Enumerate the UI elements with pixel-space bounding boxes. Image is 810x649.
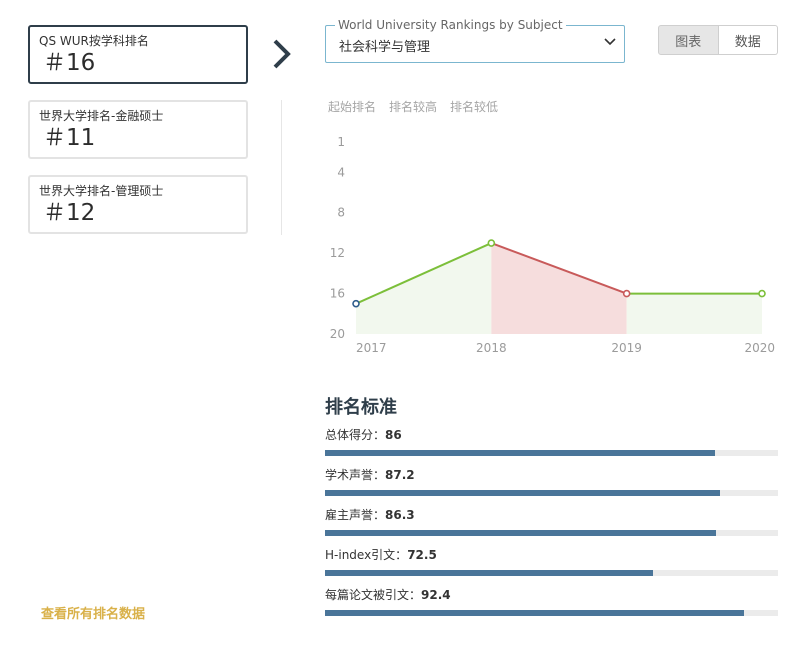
chevron-down-icon	[604, 38, 616, 46]
chart-x-tick-label: 2019	[611, 341, 642, 355]
chart-y-tick-label: 1	[337, 135, 345, 149]
tab-data[interactable]: 数据	[718, 25, 778, 55]
chart-area-segment	[491, 243, 627, 334]
chevron-right-icon	[273, 39, 291, 69]
criterion-row: 雇主声誉：86.3	[325, 507, 778, 536]
criterion-label: 学术声誉：87.2	[325, 467, 778, 483]
criterion-bar-track	[325, 450, 778, 456]
rank-card-label: 世界大学排名-金融硕士	[39, 109, 164, 123]
rank-card-label: QS WUR按学科排名	[39, 34, 149, 48]
rank-card-value: ＃16	[43, 50, 96, 76]
rank-card-value: ＃12	[43, 200, 96, 226]
criterion-name: 每篇论文被引文：	[325, 588, 422, 602]
chart-point	[352, 299, 360, 308]
subject-select-value: 社会科学与管理	[339, 40, 431, 55]
criteria-title: 排名标准	[325, 397, 397, 418]
criterion-score: 86.3	[385, 508, 415, 522]
criterion-name: 雇主声誉：	[325, 508, 386, 522]
rank-card-label: 世界大学排名-管理硕士	[39, 184, 164, 198]
criterion-label: 总体得分：86	[325, 427, 778, 443]
subject-select[interactable]: World University Rankings by Subject 社会科…	[325, 17, 625, 63]
criterion-row: 每篇论文被引文：92.4	[325, 587, 778, 616]
criterion-label: 雇主声誉：86.3	[325, 507, 778, 523]
chart-x-tick-label: 2020	[744, 341, 775, 355]
criterion-bar-fill	[325, 570, 654, 576]
criterion-name: H-index引文：	[325, 548, 408, 562]
subject-select-legend: World University Rankings by Subject	[335, 17, 566, 33]
criterion-score: 86	[385, 428, 402, 442]
tab-chart[interactable]: 图表	[658, 25, 719, 55]
criterion-label: H-index引文：72.5	[325, 547, 778, 563]
legend-lower[interactable]: 排名较低	[450, 98, 498, 115]
criterion-bar-fill	[325, 530, 716, 536]
criterion-bar-track	[325, 490, 778, 496]
chart-y-tick-label: 16	[330, 287, 345, 301]
criterion-score: 92.4	[421, 588, 451, 602]
view-toggle: 图表 数据	[658, 25, 778, 55]
criterion-bar-fill	[325, 610, 744, 616]
criterion-row: 总体得分：86	[325, 427, 778, 456]
rank-card-qs-subject[interactable]: QS WUR按学科排名 ＃16	[28, 25, 248, 84]
legend-start[interactable]: 起始排名	[328, 98, 376, 115]
chart-x-tick-label: 2017	[356, 341, 387, 355]
chart-y-tick-label: 8	[337, 206, 345, 220]
criterion-bar-fill	[325, 490, 721, 496]
criterion-row: 学术声誉：87.2	[325, 467, 778, 496]
criterion-bar-track	[325, 610, 778, 616]
chart-y-tick-label: 12	[330, 246, 345, 260]
chart-y-tick-label: 4	[337, 165, 345, 179]
criterion-score: 72.5	[407, 548, 437, 562]
chart-y-tick-label: 20	[330, 327, 345, 341]
ranking-chart: 1 4 8 12 16 20 2017 2018 2019 2020	[330, 135, 775, 355]
criterion-name: 总体得分：	[325, 428, 386, 442]
criterion-bar-track	[325, 530, 778, 536]
legend-higher[interactable]: 排名较高	[389, 98, 437, 115]
criterion-label: 每篇论文被引文：92.4	[325, 587, 778, 603]
divider	[281, 100, 282, 235]
rank-card-value: ＃11	[43, 125, 96, 151]
view-all-rankings-link[interactable]: 查看所有排名数据	[41, 603, 145, 622]
criterion-score: 87.2	[385, 468, 415, 482]
chart-point	[487, 239, 496, 247]
chart-point	[622, 289, 631, 298]
criterion-bar-fill	[325, 450, 715, 456]
rank-card-management-master[interactable]: 世界大学排名-管理硕士 ＃12	[28, 175, 248, 234]
rank-card-finance-master[interactable]: 世界大学排名-金融硕士 ＃11	[28, 100, 248, 159]
criterion-bar-track	[325, 570, 778, 576]
criterion-row: H-index引文：72.5	[325, 547, 778, 576]
chart-area-segment	[356, 243, 492, 334]
chart-point	[758, 289, 766, 298]
chart-legend: 起始排名 排名较高 排名较低	[328, 98, 498, 115]
criterion-name: 学术声誉：	[325, 468, 386, 482]
chart-area-segment	[626, 293, 762, 334]
chart-x-tick-label: 2018	[476, 341, 507, 355]
